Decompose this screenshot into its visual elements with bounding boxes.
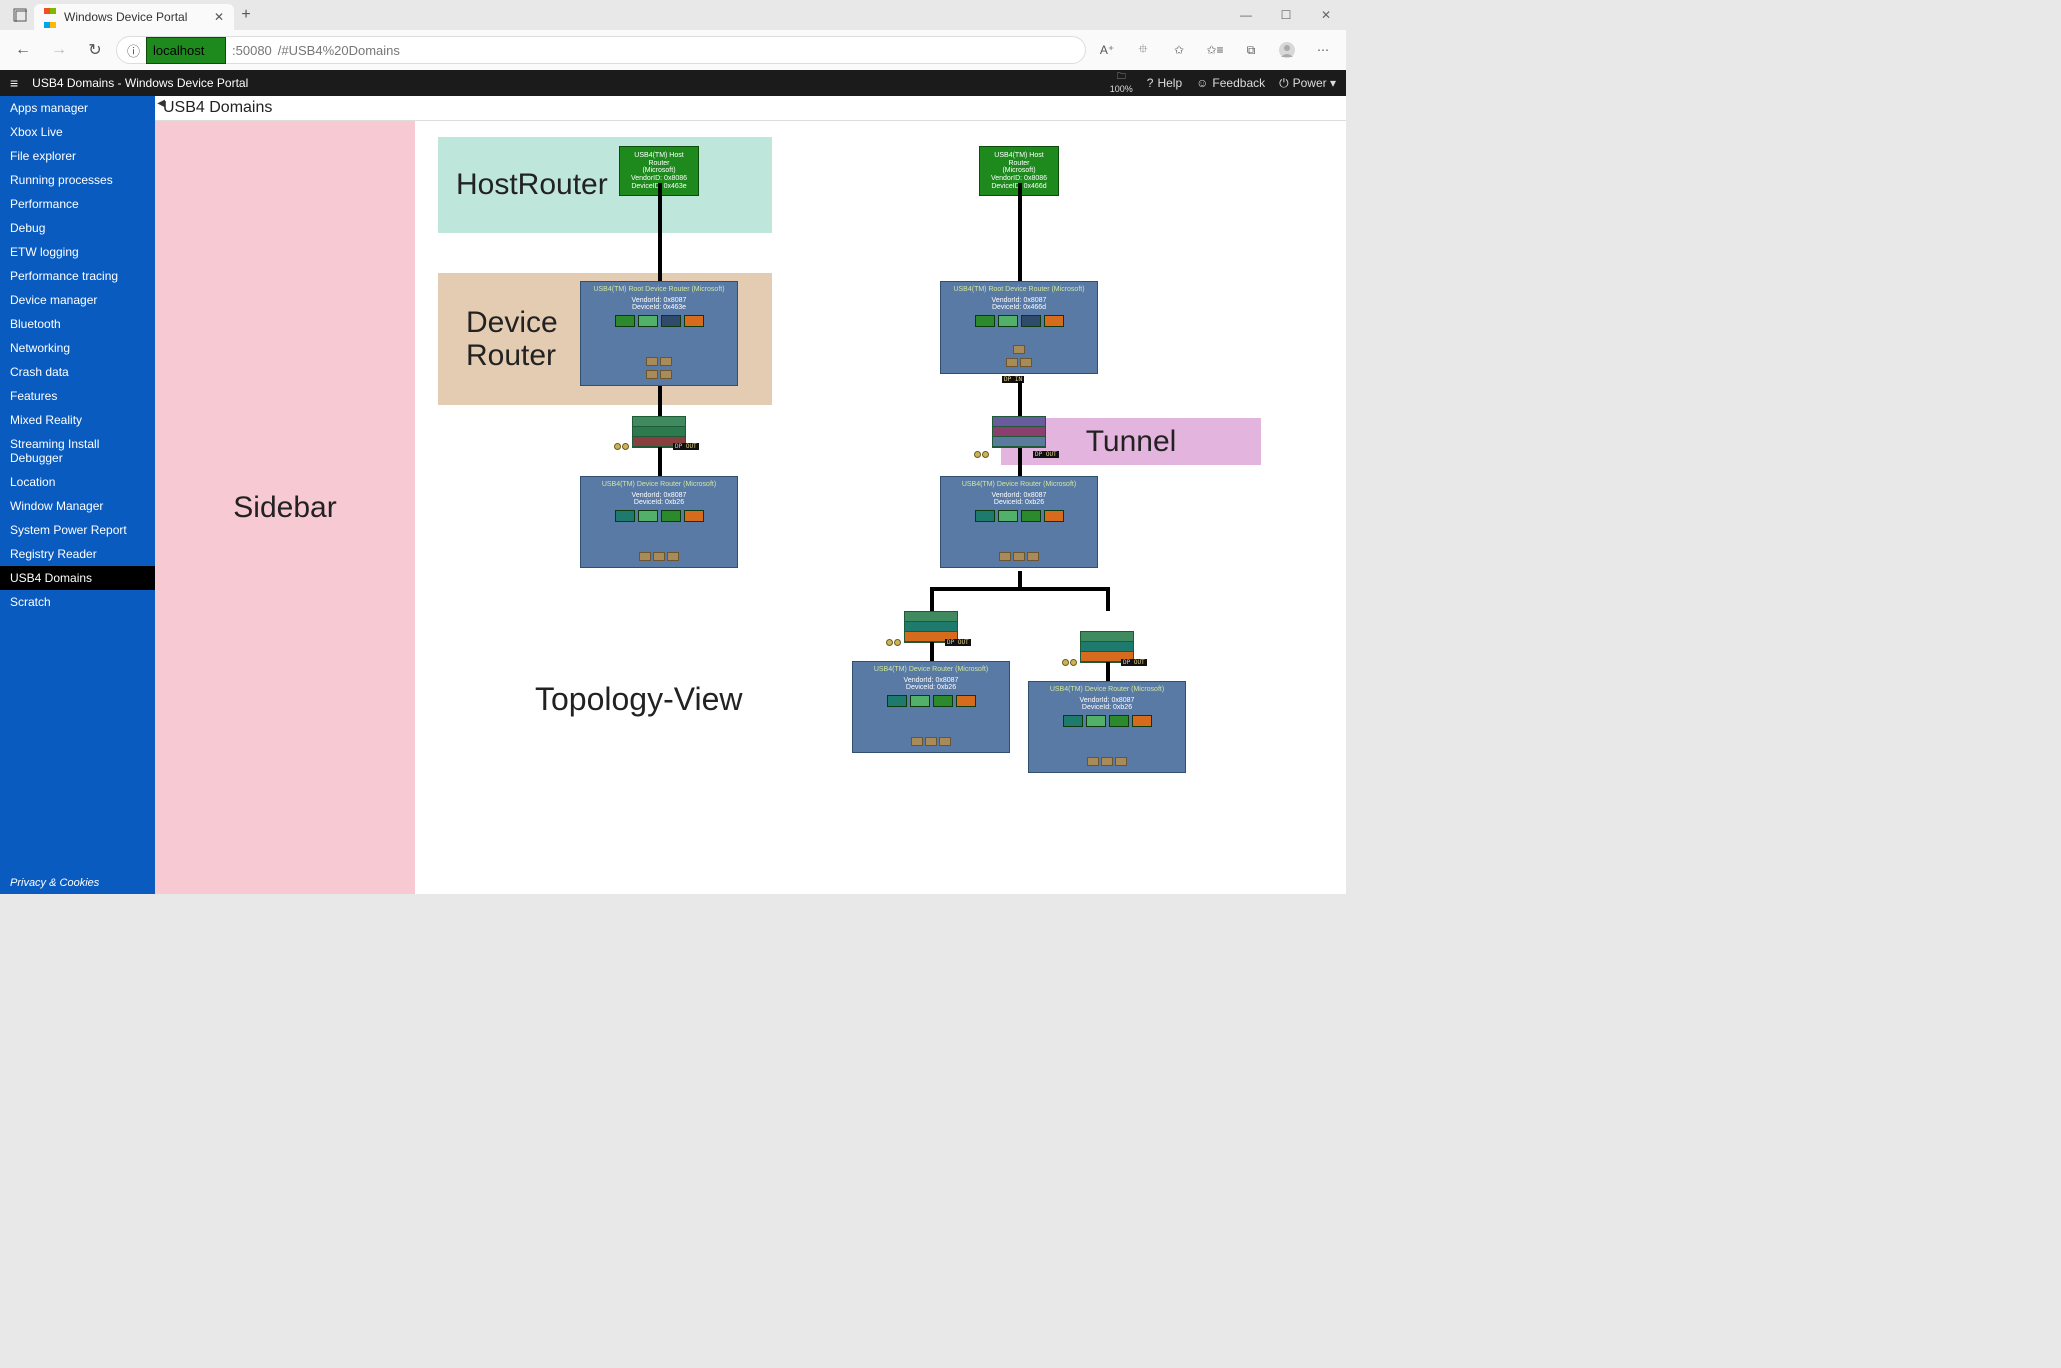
more-icon[interactable]: ⋯ [1308,35,1338,65]
annot-topology-bg [415,121,1346,894]
sidebar-item-running-processes[interactable]: Running processes [0,168,155,192]
sidebar-item-scratch[interactable]: Scratch [0,590,155,614]
topology-scrollbar[interactable] [409,121,417,894]
sidebar-item-apps-manager[interactable]: Apps manager [0,96,155,120]
sidebar-item-file-explorer[interactable]: File explorer [0,144,155,168]
power-menu[interactable]: ⏻ Power ▾ [1279,76,1336,91]
annot-topology-label: Topology-View [535,681,743,718]
nav-forward[interactable]: → [44,35,74,65]
tab-close-button[interactable]: ✕ [214,10,224,24]
dp-connector-right-childL [886,639,901,646]
window-maximize[interactable]: ☐ [1266,0,1306,30]
dp-connector-right-1 [974,451,989,458]
sidebar-item-mixed-reality[interactable]: Mixed Reality [0,408,155,432]
url-host: localhost [146,37,226,64]
favicon-windows-logo [44,3,56,31]
browser-tab[interactable]: Windows Device Portal ✕ [34,4,234,30]
avatar-icon [1278,41,1296,59]
tabs-icon [13,8,27,22]
annot-sidebar: Sidebar [155,121,415,894]
favorite-icon[interactable]: ✩ [1164,35,1194,65]
device-router-right-2[interactable]: USB4(TM) Device Router (Microsoft) Vendo… [852,661,1010,753]
collections-icon[interactable]: ⧉ [1236,35,1266,65]
main-area: USB4 Domains Sidebar HostRouter Device R… [155,96,1346,894]
window-minimize[interactable]: — [1226,0,1266,30]
dp-out-label-right-1: DP OUT [1033,451,1059,458]
sidebar-item-usb4-domains[interactable]: USB4 Domains [0,566,155,590]
sidebar-item-features[interactable]: Features [0,384,155,408]
hamburger-icon[interactable]: ≡ [10,75,18,91]
feedback-link[interactable]: ☺ Feedback [1196,76,1265,90]
dp-out-label-right-childL: DP OUT [945,639,971,646]
sidebar-item-streaming-install-debugger[interactable]: Streaming Install Debugger [0,432,155,470]
sidebar: ◀ Apps managerXbox LiveFile explorerRunn… [0,96,155,894]
device-router-right-1[interactable]: USB4(TM) Device Router (Microsoft) Vendo… [940,476,1098,568]
dp-connector-left-1 [614,443,629,450]
titlebar: Windows Device Portal ✕ + — ☐ ✕ [0,0,1346,30]
help-label: Help [1157,76,1182,90]
content: ◀ Apps managerXbox LiveFile explorerRunn… [0,96,1346,894]
zoom-value: 100% [1110,85,1133,94]
sidebar-item-performance-tracing[interactable]: Performance tracing [0,264,155,288]
url-port: :50080 [232,43,272,58]
page-title: USB4 Domains [155,96,1346,121]
nav-reload[interactable]: ↻ [80,35,110,65]
zoom-icon[interactable]: ⯐ [1128,35,1158,65]
annot-hostrouter: HostRouter [438,137,772,233]
dp-out-label-right-childR: DP OUT [1121,659,1147,666]
nav-back[interactable]: ← [8,35,38,65]
dp-connector-right-childR [1062,659,1077,666]
url-path: /#USB4%20Domains [278,43,400,58]
sidebar-item-device-manager[interactable]: Device manager [0,288,155,312]
device-router-right-3[interactable]: USB4(TM) Device Router (Microsoft) Vendo… [1028,681,1186,773]
power-label: Power ▾ [1293,76,1336,90]
sidebar-item-window-manager[interactable]: Window Manager [0,494,155,518]
zoom-indicator[interactable]: 🗀 100% [1110,72,1133,94]
app-title: USB4 Domains - Windows Device Portal [32,76,248,90]
sidebar-item-xbox-live[interactable]: Xbox Live [0,120,155,144]
read-aloud-icon[interactable]: A⁺ [1092,35,1122,65]
root-device-router-left[interactable]: USB4(TM) Root Device Router (Microsoft) … [580,281,738,386]
sidebar-item-bluetooth[interactable]: Bluetooth [0,312,155,336]
favorites-list-icon[interactable]: ✩≡ [1200,35,1230,65]
site-info-icon[interactable]: ⓘ [127,41,140,60]
sidebar-item-networking[interactable]: Networking [0,336,155,360]
profile-icon[interactable] [1272,35,1302,65]
sidebar-item-crash-data[interactable]: Crash data [0,360,155,384]
sidebar-item-debug[interactable]: Debug [0,216,155,240]
address-row: ← → ↻ ⓘ localhost:50080/#USB4%20Domains … [0,30,1346,70]
sidebar-item-performance[interactable]: Performance [0,192,155,216]
tab-title: Windows Device Portal [64,10,206,24]
sidebar-item-registry-reader[interactable]: Registry Reader [0,542,155,566]
sidebar-collapse-icon[interactable]: ◀ [157,98,165,109]
dp-out-label-left-1: DP OUT [673,443,699,450]
help-link[interactable]: ? Help [1147,76,1182,90]
browser-chrome: Windows Device Portal ✕ + — ☐ ✕ ← → ↻ ⓘ … [0,0,1346,70]
sidebar-item-location[interactable]: Location [0,470,155,494]
privacy-link[interactable]: Privacy & Cookies [0,872,155,894]
sidebar-item-system-power-report[interactable]: System Power Report [0,518,155,542]
app-header: ≡ USB4 Domains - Windows Device Portal 🗀… [0,70,1346,96]
device-router-left-1[interactable]: USB4(TM) Device Router (Microsoft) Vendo… [580,476,738,568]
adapter-right-tunnel[interactable] [992,416,1046,448]
zoom-folder-icon: 🗀 [1117,72,1126,81]
feedback-label: Feedback [1212,76,1265,90]
new-tab-button[interactable]: + [234,6,258,24]
sidebar-item-etw-logging[interactable]: ETW logging [0,240,155,264]
address-bar[interactable]: ⓘ localhost :50080 /#USB4%20Domains [116,36,1086,64]
tabs-button[interactable] [6,8,34,22]
root-device-router-right[interactable]: USB4(TM) Root Device Router (Microsoft) … [940,281,1098,374]
topology-canvas[interactable]: Sidebar HostRouter Device Router Topolog… [155,121,1346,894]
window-controls: — ☐ ✕ [1226,0,1346,30]
window-close[interactable]: ✕ [1306,0,1346,30]
